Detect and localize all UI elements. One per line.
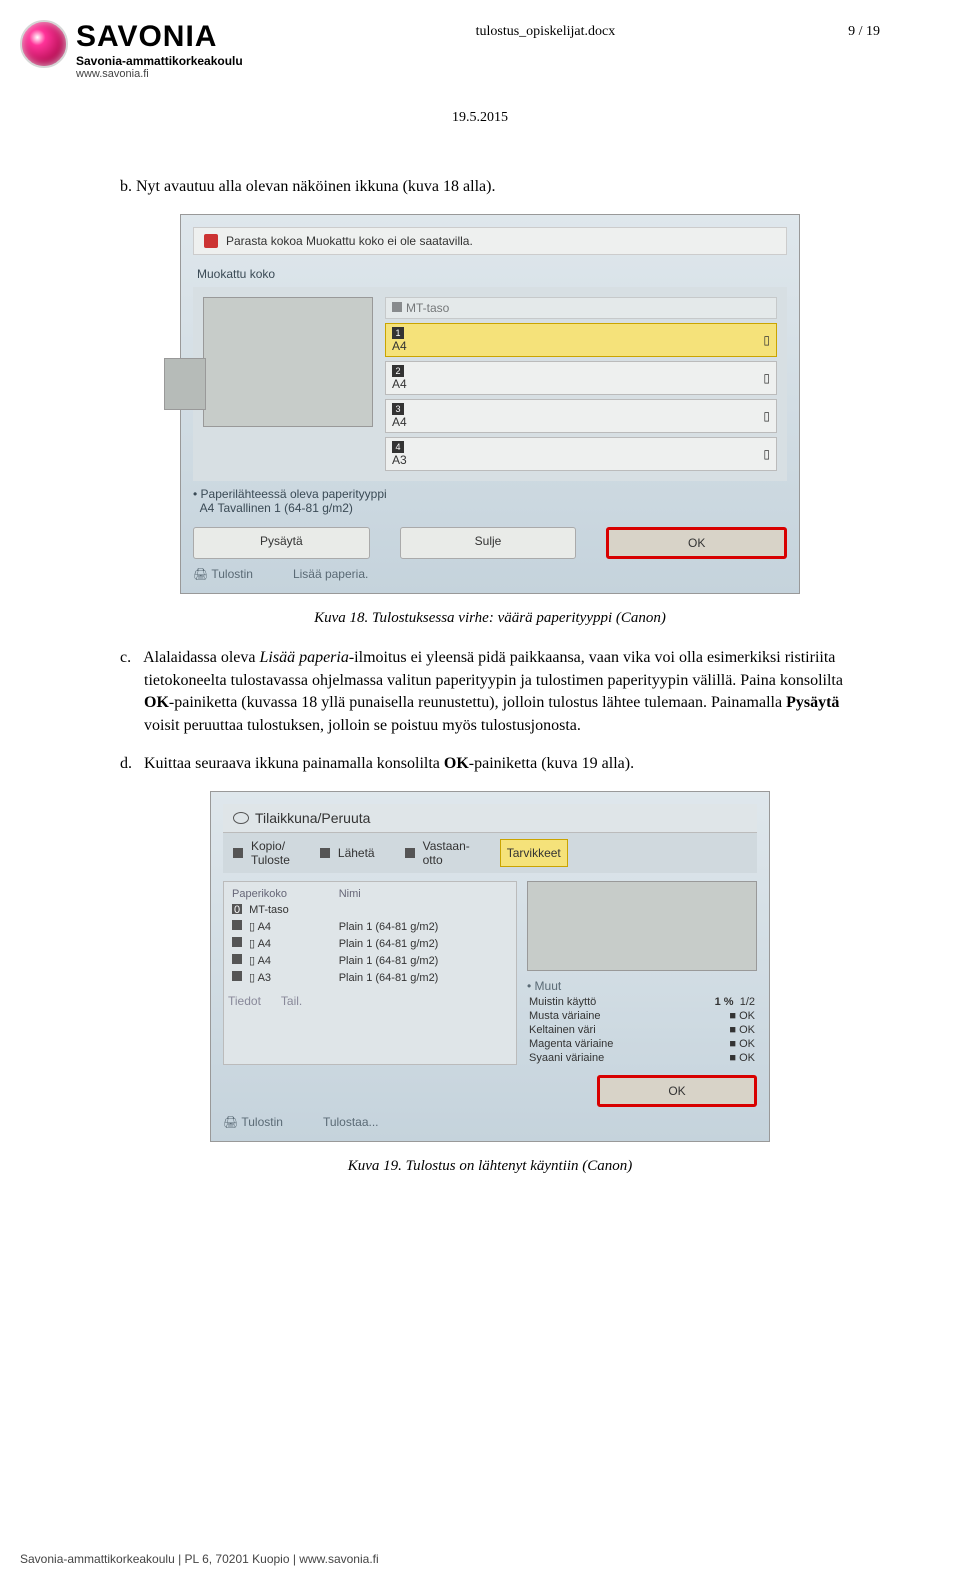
- ok-button[interactable]: OK: [606, 527, 787, 559]
- stop-button[interactable]: Pysäytä: [193, 527, 370, 559]
- doc-date: 19.5.2015: [0, 110, 960, 126]
- para-b: b. Nyt avautuu alla olevan näköinen ikku…: [120, 176, 860, 198]
- tail-button[interactable]: Tail.: [281, 994, 302, 1008]
- tray-list: MT-taso 1 A4▯ 2 A4▯ 3 A4▯ 4 A3▯: [385, 297, 777, 471]
- screenshot-kuva19: Tilaikkuna/Peruuta Kopio/Tuloste Lähetä …: [210, 791, 770, 1142]
- tab-tarvikkeet[interactable]: Tarvikkeet: [500, 839, 568, 867]
- papertype-label: Paperilähteessä oleva paperityyppi: [201, 487, 387, 501]
- tab-vastaanotto[interactable]: Vastaan-otto: [405, 839, 470, 867]
- screenshot-kuva18: Parasta kokoa Muokattu koko ei ole saata…: [180, 214, 800, 594]
- eye-icon: [233, 812, 249, 824]
- para-c: c. Alalaidassa oleva Lisää paperia-ilmoi…: [120, 647, 860, 737]
- ss2-foot-status: Tulostaa...: [323, 1115, 379, 1129]
- ss2-title-bar: Tilaikkuna/Peruuta: [223, 804, 757, 833]
- tray-row[interactable]: 2 A4▯: [385, 361, 777, 395]
- savonia-logo-icon: [20, 20, 68, 68]
- doc-filename: tulostus_opiskelijat.docx: [243, 24, 848, 40]
- tab-kopio[interactable]: Kopio/Tuloste: [233, 839, 290, 867]
- ss1-foot-add: Lisää paperia.: [293, 567, 368, 581]
- tray-num-icon: 3: [392, 403, 404, 415]
- mt-tray-row: MT-taso: [385, 297, 777, 319]
- logo-block: SAVONIA Savonia-ammattikorkeakoulu www.s…: [20, 20, 243, 80]
- printer-graphic-icon: [203, 297, 373, 427]
- logo-title: SAVONIA: [76, 20, 243, 54]
- caption-18: Kuva 18. Tulostuksessa virhe: väärä pape…: [120, 610, 860, 627]
- ss2-foot-printer: 🖨 Tulostin: [223, 1115, 283, 1129]
- page-number: 9 / 19: [848, 24, 880, 40]
- printer-graphic-icon: [527, 881, 757, 971]
- para-d: d. Kuittaa seuraava ikkuna painamalla ko…: [120, 753, 860, 775]
- tiedot-button[interactable]: Tiedot: [228, 994, 261, 1008]
- ss1-foot-printer: 🖨 Tulostin: [193, 567, 253, 581]
- ss2-tab-row: Kopio/Tuloste Lähetä Vastaan-otto Tarvik…: [223, 833, 757, 873]
- logo-url: www.savonia.fi: [76, 68, 243, 80]
- ok-button[interactable]: OK: [597, 1075, 757, 1107]
- tray-num-icon: 2: [392, 365, 404, 377]
- ss1-title: Muokattu koko: [193, 263, 787, 287]
- logo-subtitle: Savonia-ammattikorkeakoulu: [76, 54, 243, 68]
- tray-num-icon: 4: [392, 441, 404, 453]
- warning-icon: [204, 234, 218, 248]
- papertype-value: A4 Tavallinen 1 (64-81 g/m2): [200, 501, 353, 515]
- caption-19: Kuva 19. Tulostus on lähtenyt käyntiin (…: [120, 1158, 860, 1175]
- tray-row[interactable]: 3 A4▯: [385, 399, 777, 433]
- tab-laheta[interactable]: Lähetä: [320, 839, 375, 867]
- page-footer: Savonia-ammattikorkeakoulu | PL 6, 70201…: [0, 1552, 960, 1566]
- close-button[interactable]: Sulje: [400, 527, 577, 559]
- ss1-warning-text: Parasta kokoa Muokattu koko ei ole saata…: [226, 234, 473, 248]
- tray-row[interactable]: 4 A3▯: [385, 437, 777, 471]
- page-header: SAVONIA Savonia-ammattikorkeakoulu www.s…: [0, 0, 960, 90]
- tray-row[interactable]: 1 A4▯: [385, 323, 777, 357]
- ss1-warning-bar: Parasta kokoa Muokattu koko ei ole saata…: [193, 227, 787, 255]
- tray-num-icon: 1: [392, 327, 404, 339]
- ss2-status-panel: • Muut Muistin käyttö1 % 1/2 Musta väria…: [527, 881, 757, 1065]
- ss2-paper-table: PaperikokoNimi 0 MT-taso ▯ A4Plain 1 (64…: [223, 881, 517, 1065]
- document-body: b. Nyt avautuu alla olevan näköinen ikku…: [0, 176, 960, 1175]
